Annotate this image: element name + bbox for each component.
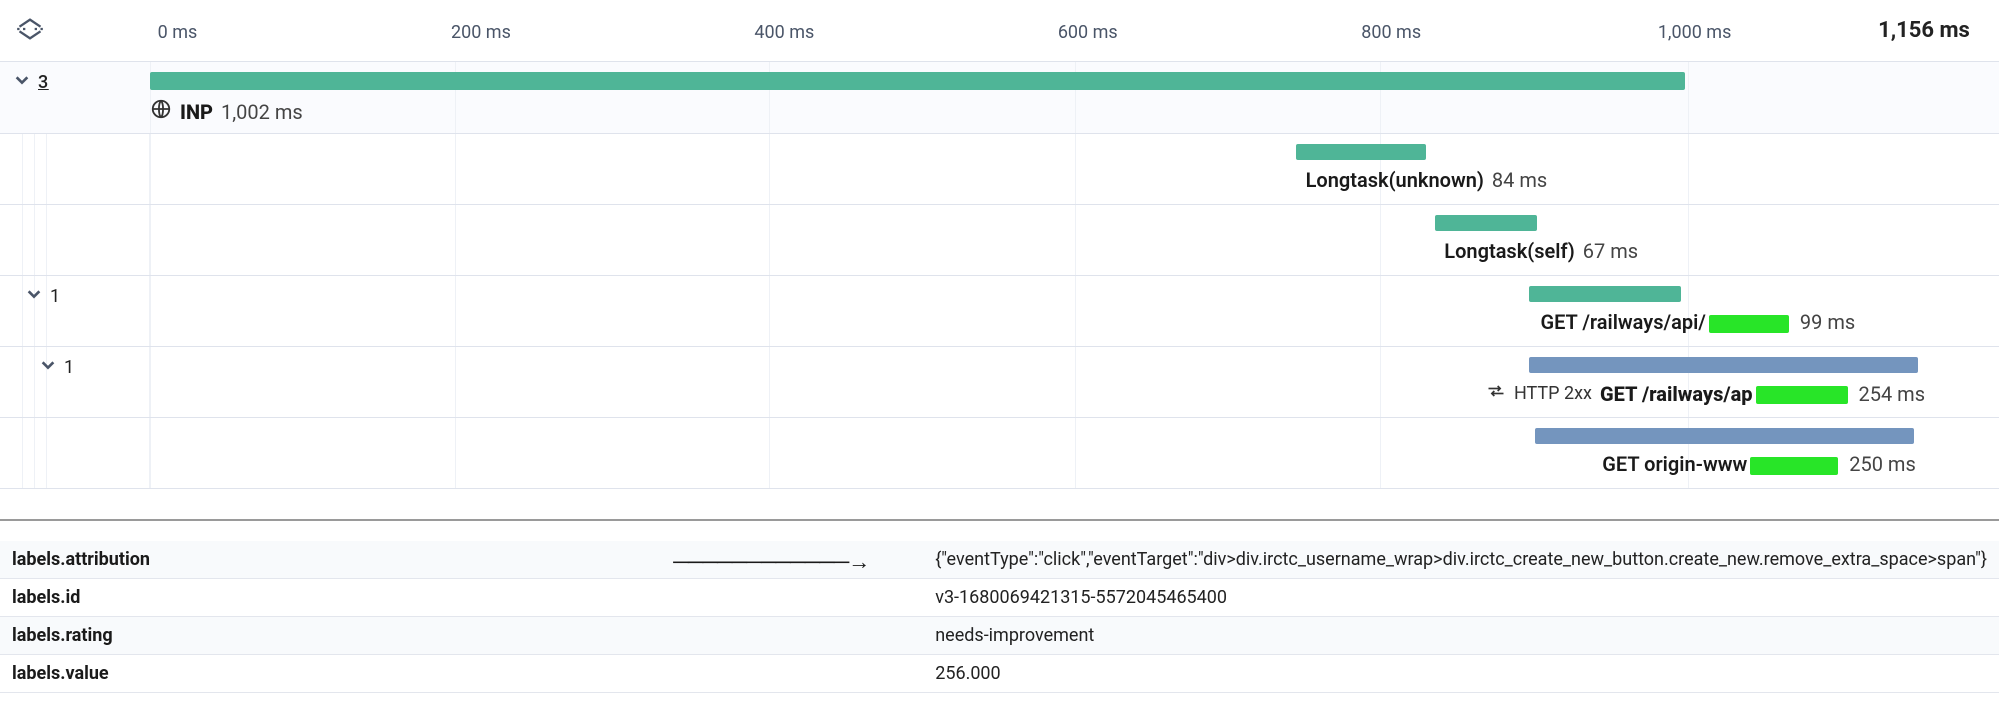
span-bar[interactable] [1529, 286, 1681, 302]
globe-icon [150, 98, 172, 125]
span-bar[interactable] [1296, 144, 1425, 160]
span-label: GET origin-www 250 ms [1602, 452, 1916, 476]
span-bar[interactable] [1535, 428, 1914, 444]
span-row-get-api[interactable]: 1 GET /railways/api/ 99 ms [0, 276, 1999, 347]
span-duration: 99 ms [1800, 310, 1855, 334]
span-row-get-origin[interactable]: GET origin-www 250 ms [0, 418, 1999, 489]
span-row-longtask-unknown[interactable]: Longtask(unknown) 84 ms [0, 134, 1999, 205]
tick-label: 800 ms [1361, 22, 1421, 43]
span-duration: 1,002 ms [221, 100, 303, 124]
labels-key: labels.value [0, 655, 923, 693]
collapse-all-icon[interactable] [16, 15, 54, 47]
chevron-down-icon[interactable] [26, 286, 42, 302]
pane-divider[interactable] [0, 519, 1999, 521]
span-bar[interactable] [150, 72, 1685, 90]
tick-label: 1,000 ms [1658, 22, 1732, 43]
chevron-down-icon[interactable] [40, 357, 56, 373]
labels-row[interactable]: labels.ratingneeds-improvement [0, 617, 1999, 655]
span-title: GET /railways/ap [1600, 382, 1851, 406]
tick-label: 600 ms [1058, 22, 1118, 43]
chevron-down-icon[interactable] [14, 72, 30, 88]
span-title: GET /railways/api/ [1540, 310, 1791, 334]
labels-key: labels.rating [0, 617, 923, 655]
waterfall-rows: 3 INP 1,002 ms [0, 62, 1999, 489]
redacted-segment [1750, 457, 1838, 475]
ruler: 0 ms 200 ms 400 ms 600 ms 800 ms 1,000 m… [54, 0, 1999, 61]
span-label: HTTP 2xx GET /railways/ap 254 ms [1486, 381, 1925, 406]
span-label: GET /railways/api/ 99 ms [1540, 310, 1855, 334]
span-row-longtask-self[interactable]: Longtask(self) 67 ms [0, 205, 1999, 276]
span-label: INP 1,002 ms [150, 98, 303, 125]
span-duration: 250 ms [1849, 452, 1916, 476]
span-row-get-rail[interactable]: 1 HTTP 2xx GET /railways/ap 254 ms [0, 347, 1999, 418]
span-label: Longtask(unknown) 84 ms [1306, 168, 1548, 192]
total-duration-label: 1,156 ms [1878, 18, 1970, 43]
timeline-ruler: 0 ms 200 ms 400 ms 600 ms 800 ms 1,000 m… [0, 0, 1999, 62]
span-title: Longtask(unknown) [1306, 168, 1484, 192]
child-count-badge[interactable]: 3 [38, 72, 49, 93]
labels-value: v3-1680069421315-5572045465400 [923, 579, 1999, 617]
labels-row[interactable]: labels.attribution────────────→{"eventTy… [0, 541, 1999, 579]
labels-key: labels.id [0, 579, 923, 617]
span-duration: 84 ms [1492, 168, 1547, 192]
span-row-root[interactable]: 3 INP 1,002 ms [0, 62, 1999, 134]
trace-waterfall-panel: 0 ms 200 ms 400 ms 600 ms 800 ms 1,000 m… [0, 0, 1999, 495]
span-label: Longtask(self) 67 ms [1444, 239, 1638, 263]
labels-key: labels.attribution────────────→ [0, 541, 923, 579]
span-bar[interactable] [1529, 357, 1917, 373]
span-duration: 67 ms [1583, 239, 1638, 263]
span-title: Longtask(self) [1444, 239, 1575, 263]
redacted-segment [1709, 315, 1789, 333]
tick-label: 400 ms [754, 22, 814, 43]
span-title: GET origin-www [1602, 452, 1841, 476]
labels-row[interactable]: labels.value256.000 [0, 655, 1999, 693]
tick-label: 0 ms [158, 22, 198, 43]
labels-row[interactable]: labels.idv3-1680069421315-5572045465400 [0, 579, 1999, 617]
labels-table: labels.attribution────────────→{"eventTy… [0, 541, 1999, 693]
child-count-badge[interactable]: 1 [50, 286, 60, 307]
labels-value: {"eventType":"click","eventTarget":"div>… [923, 541, 1999, 579]
span-bar[interactable] [1435, 215, 1537, 231]
redacted-segment [1756, 386, 1848, 404]
tick-label: 200 ms [451, 22, 511, 43]
span-title: INP [180, 100, 213, 124]
labels-value: needs-improvement [923, 617, 1999, 655]
labels-value: 256.000 [923, 655, 1999, 693]
span-duration: 254 ms [1859, 382, 1926, 406]
child-count-badge[interactable]: 1 [64, 357, 74, 378]
http-status-badge: HTTP 2xx [1514, 383, 1592, 404]
arrow-annotation-icon: ────────────→ [673, 549, 869, 575]
arrows-io-icon [1486, 381, 1506, 406]
